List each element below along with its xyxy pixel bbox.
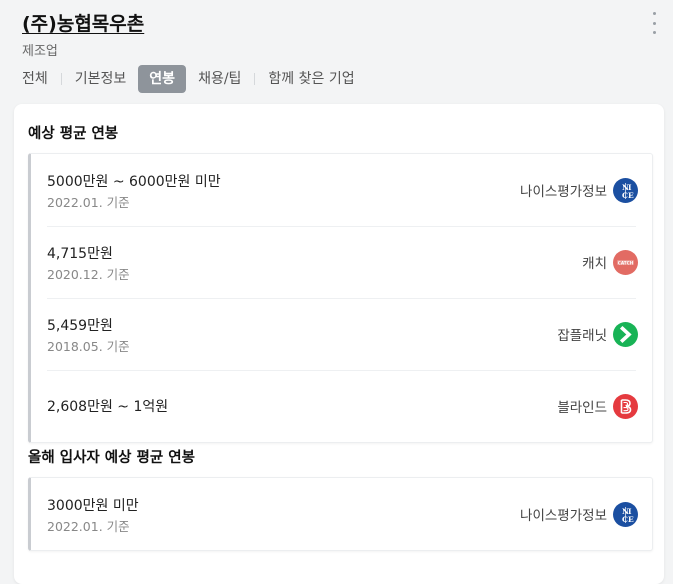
more-options-icon[interactable] — [646, 12, 662, 34]
salary-amount: 3000만원 미만 — [47, 498, 139, 514]
salary-amount: 5000만원 ~ 6000만원 미만 — [47, 174, 221, 190]
tab-related-companies[interactable]: 함께 찾은 기업 — [268, 65, 354, 93]
source-name: 캐치 — [582, 256, 607, 272]
section-title-new-hire-salary: 올해 입사자 예상 평균 연봉 — [28, 450, 195, 466]
salary-row: 2,608만원 ~ 1억원 블라인드 — [31, 370, 652, 442]
salary-source[interactable]: 잡플래닛 — [557, 298, 638, 370]
salary-date: 2018.05. 기준 — [47, 339, 130, 354]
salary-source[interactable]: 나이스평가정보 N I C E — [520, 478, 638, 550]
salary-date: 2022.01. 기준 — [47, 519, 130, 534]
svg-text:E: E — [628, 515, 634, 524]
salary-source[interactable]: 나이스평가정보 N I C E — [520, 154, 638, 226]
company-name[interactable]: (주)농협목우촌 — [22, 9, 144, 36]
salary-amount: 2,608만원 ~ 1억원 — [47, 399, 169, 415]
salary-source[interactable]: 블라인드 — [557, 370, 638, 442]
source-name: 나이스평가정보 — [520, 184, 607, 200]
tab-basic-info[interactable]: 기본정보 — [75, 65, 127, 93]
salary-list: 3000만원 미만 2022.01. 기준 나이스평가정보 N I C E — [28, 477, 653, 551]
tab-hiring-tips[interactable]: 채용/팁 — [198, 65, 241, 93]
source-name: 잡플래닛 — [557, 328, 607, 344]
salary-source[interactable]: 캐치 CATCH — [582, 226, 638, 298]
blind-logo-icon — [613, 393, 638, 419]
catch-logo-text: CATCH — [618, 260, 634, 265]
tab-divider — [60, 73, 62, 85]
tab-divider — [254, 73, 256, 85]
section-title-average-salary: 예상 평균 연봉 — [28, 126, 119, 142]
company-header: (주)농협목우촌 제조업 전체 기본정보 연봉 채용/팁 함께 찾은 기업 — [0, 0, 673, 100]
salary-date: 2020.12. 기준 — [47, 267, 130, 282]
company-industry: 제조업 — [22, 44, 58, 59]
salary-row: 5000만원 ~ 6000만원 미만 2022.01. 기준 나이스평가정보 N… — [31, 154, 652, 226]
svg-text:E: E — [628, 191, 634, 200]
source-name: 블라인드 — [557, 400, 607, 416]
tab-overview[interactable]: 전체 — [22, 65, 48, 93]
salary-row: 3000만원 미만 2022.01. 기준 나이스평가정보 N I C E — [31, 478, 652, 550]
salary-amount: 4,715만원 — [47, 246, 113, 262]
tab-bar: 전체 기본정보 연봉 채용/팁 함께 찾은 기업 — [22, 65, 355, 93]
tab-salary[interactable]: 연봉 — [138, 65, 187, 93]
salary-row: 4,715만원 2020.12. 기준 캐치 CATCH — [31, 226, 652, 298]
source-name: 나이스평가정보 — [520, 508, 607, 524]
salary-row: 5,459만원 2018.05. 기준 잡플래닛 — [31, 298, 652, 370]
salary-date: 2022.01. 기준 — [47, 195, 130, 210]
salary-amount: 5,459만원 — [47, 318, 113, 334]
jobplanet-logo-icon — [613, 321, 638, 347]
salary-list: 5000만원 ~ 6000만원 미만 2022.01. 기준 나이스평가정보 N… — [28, 153, 653, 443]
catch-logo-icon: CATCH — [613, 249, 638, 275]
nice-logo-icon: N I C E — [613, 501, 638, 527]
nice-logo-icon: N I C E — [613, 177, 638, 203]
salary-card: 예상 평균 연봉 5000만원 ~ 6000만원 미만 2022.01. 기준 … — [14, 104, 664, 584]
